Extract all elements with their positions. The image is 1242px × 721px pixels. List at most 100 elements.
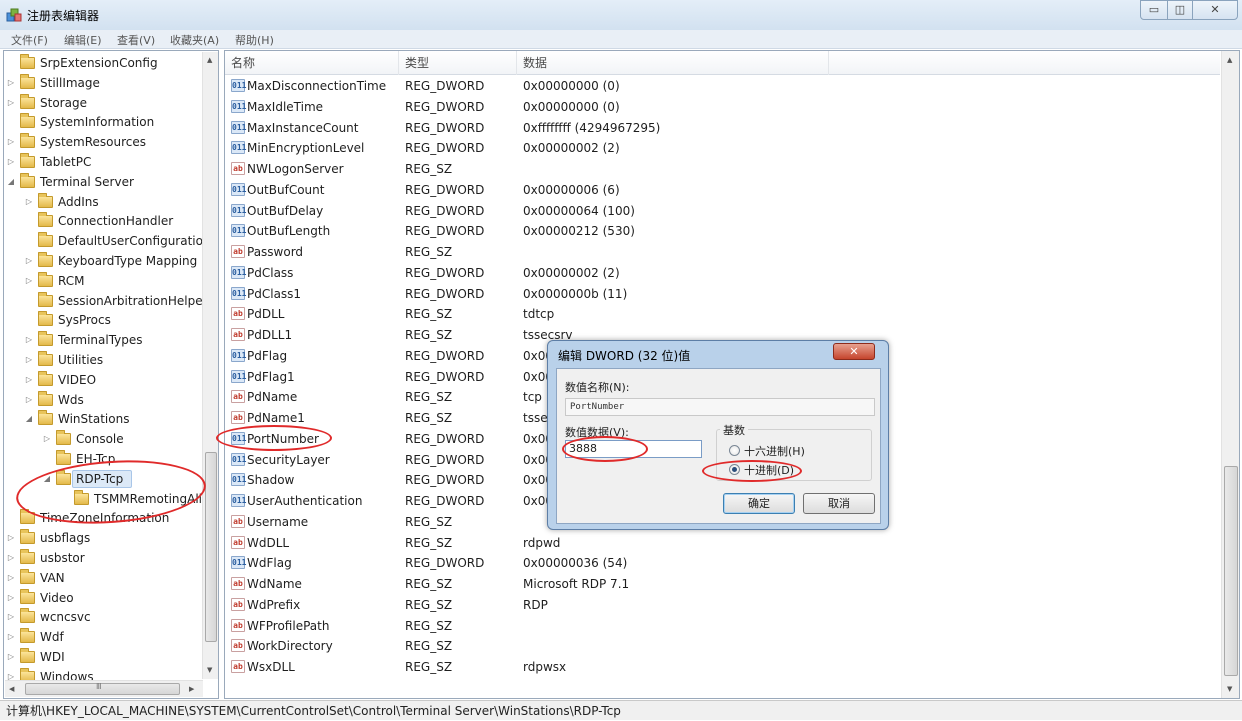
dialog-close-button[interactable]: ✕ xyxy=(833,343,875,360)
expanded-arrow-icon[interactable]: ◢ xyxy=(6,172,16,192)
tree-scroll-thumb[interactable] xyxy=(205,452,217,642)
menu-favorites[interactable]: 收藏夹(A) xyxy=(170,32,219,48)
collapsed-arrow-icon[interactable]: ▷ xyxy=(24,251,34,271)
tree-node[interactable]: ▷ Video xyxy=(4,588,199,608)
tree-horizontal-scrollbar[interactable]: ◀ Ⅲ ▶ xyxy=(5,680,203,697)
collapsed-arrow-icon[interactable]: ▷ xyxy=(24,350,34,370)
tree-node[interactable]: ▷ Storage xyxy=(4,93,199,113)
tree-node[interactable]: TSMMRemotingAll xyxy=(4,489,202,509)
tree-node[interactable]: ▷ usbflags xyxy=(4,528,199,548)
scroll-down-arrow-icon[interactable]: ▼ xyxy=(207,666,212,674)
value-row[interactable]: 011 PdClass1 REG_DWORD 0x0000000b (11) xyxy=(225,284,1220,305)
collapsed-arrow-icon[interactable]: ▷ xyxy=(6,588,16,608)
collapsed-arrow-icon[interactable]: ▷ xyxy=(6,132,16,152)
cancel-button[interactable]: 取消 xyxy=(803,493,875,514)
column-header-data[interactable]: 数据 xyxy=(517,51,829,75)
tree-node[interactable]: ▷ VAN xyxy=(4,568,199,588)
tree-node[interactable]: ◢ RDP-Tcp xyxy=(4,469,199,489)
value-row[interactable]: ab WdPrefix REG_SZ RDP xyxy=(225,595,1220,616)
tree-node[interactable]: ▷ Wds xyxy=(4,390,199,410)
tree-node[interactable]: SysProcs xyxy=(4,310,199,330)
tree-node[interactable]: ▷ usbstor xyxy=(4,548,199,568)
tree-node[interactable]: SystemInformation xyxy=(4,112,199,132)
collapsed-arrow-icon[interactable]: ▷ xyxy=(6,647,16,667)
expanded-arrow-icon[interactable]: ◢ xyxy=(42,469,52,489)
collapsed-arrow-icon[interactable]: ▷ xyxy=(24,390,34,410)
tree-node[interactable]: ▷ Wdf xyxy=(4,627,199,647)
collapsed-arrow-icon[interactable]: ▷ xyxy=(6,607,16,627)
minimize-button[interactable]: ▭ xyxy=(1140,0,1168,20)
collapsed-arrow-icon[interactable]: ▷ xyxy=(6,568,16,588)
scroll-up-arrow-icon[interactable]: ▲ xyxy=(207,56,212,64)
tree-node[interactable]: SrpExtensionConfig xyxy=(4,53,199,73)
value-row[interactable]: ab PdDLL REG_SZ tdtcp xyxy=(225,304,1220,325)
menu-help[interactable]: 帮助(H) xyxy=(235,32,274,48)
tree-node[interactable]: TimeZoneInformation xyxy=(4,508,199,528)
menu-edit[interactable]: 编辑(E) xyxy=(64,32,102,48)
tree-node[interactable]: ▷ SystemResources xyxy=(4,132,199,152)
close-button[interactable]: ✕ xyxy=(1192,0,1238,20)
tree-node[interactable]: ▷ KeyboardType Mapping xyxy=(4,251,199,271)
value-row[interactable]: 011 MaxInstanceCount REG_DWORD 0xffffffff (… xyxy=(225,118,1220,139)
value-row[interactable]: 011 PdClass REG_DWORD 0x00000002 (2) xyxy=(225,263,1220,284)
value-row[interactable]: 011 OutBufDelay REG_DWORD 0x00000064 (100) xyxy=(225,201,1220,222)
radio-decimal[interactable] xyxy=(729,464,740,475)
scroll-down-arrow-icon[interactable]: ▼ xyxy=(1227,685,1232,693)
collapsed-arrow-icon[interactable]: ▷ xyxy=(6,93,16,113)
scroll-right-arrow-icon[interactable]: ▶ xyxy=(189,685,194,693)
tree-hscroll-thumb[interactable]: Ⅲ xyxy=(25,682,180,695)
tree-node[interactable]: ▷ AddIns xyxy=(4,192,199,212)
menu-file[interactable]: 文件(F) xyxy=(11,32,48,48)
value-row[interactable]: ab WsxDLL REG_SZ rdpwsx xyxy=(225,657,1220,678)
tree-node[interactable]: ▷ TabletPC xyxy=(4,152,199,172)
collapsed-arrow-icon[interactable]: ▷ xyxy=(24,370,34,390)
tree-node[interactable]: ▷ VIDEO xyxy=(4,370,199,390)
value-row[interactable]: ab WdName REG_SZ Microsoft RDP 7.1 xyxy=(225,574,1220,595)
tree-node[interactable]: DefaultUserConfiguratior xyxy=(4,231,208,251)
tree-node[interactable]: ▷ Console xyxy=(4,429,199,449)
collapsed-arrow-icon[interactable]: ▷ xyxy=(6,627,16,647)
list-scroll-thumb[interactable] xyxy=(1224,466,1238,676)
restore-button[interactable]: ◫ xyxy=(1167,0,1193,20)
collapsed-arrow-icon[interactable]: ▷ xyxy=(6,548,16,568)
collapsed-arrow-icon[interactable]: ▷ xyxy=(6,152,16,172)
key-tree-pane[interactable]: SrpExtensionConfig ▷ StillImage ▷ Storage Sys… xyxy=(3,50,219,699)
collapsed-arrow-icon[interactable]: ▷ xyxy=(24,192,34,212)
tree-node[interactable]: ▷ StillImage xyxy=(4,73,199,93)
value-row[interactable]: 011 MinEncryptionLevel REG_DWORD 0x00000002… xyxy=(225,138,1220,159)
collapsed-arrow-icon[interactable]: ▷ xyxy=(6,73,16,93)
tree-node[interactable]: ◢ Terminal Server xyxy=(4,172,199,192)
collapsed-arrow-icon[interactable]: ▷ xyxy=(6,528,16,548)
tree-node[interactable]: ConnectionHandler xyxy=(4,211,199,231)
tree-node[interactable]: ▷ wcncsvc xyxy=(4,607,199,627)
radio-decimal-label[interactable]: 十进制(D) xyxy=(744,462,794,478)
scroll-left-arrow-icon[interactable]: ◀ xyxy=(9,685,14,693)
radio-hexadecimal-label[interactable]: 十六进制(H) xyxy=(744,443,805,459)
value-row[interactable]: ab WFProfilePath REG_SZ xyxy=(225,616,1220,637)
tree-node[interactable]: EH-Tcp xyxy=(4,449,199,469)
expanded-arrow-icon[interactable]: ◢ xyxy=(24,409,34,429)
value-row[interactable]: 011 OutBufCount REG_DWORD 0x00000006 (6) xyxy=(225,180,1220,201)
value-row[interactable]: ab WdDLL REG_SZ rdpwd xyxy=(225,533,1220,554)
value-row[interactable]: ab WorkDirectory REG_SZ xyxy=(225,636,1220,657)
tree-vertical-scrollbar[interactable]: ▲ ▼ xyxy=(202,52,218,679)
tree-node[interactable]: SessionArbitrationHelper xyxy=(4,291,208,311)
tree-node[interactable]: ▷ RCM xyxy=(4,271,199,291)
value-row[interactable]: 011 MaxIdleTime REG_DWORD 0x00000000 (0) xyxy=(225,97,1220,118)
value-row[interactable]: ab NWLogonServer REG_SZ xyxy=(225,159,1220,180)
column-header-type[interactable]: 类型 xyxy=(399,51,517,75)
menu-view[interactable]: 查看(V) xyxy=(117,32,155,48)
column-header-name[interactable]: 名称 xyxy=(225,51,399,75)
collapsed-arrow-icon[interactable]: ▷ xyxy=(24,271,34,291)
value-row[interactable]: ab Password REG_SZ xyxy=(225,242,1220,263)
value-data-input[interactable]: 3888 xyxy=(565,440,702,458)
scroll-up-arrow-icon[interactable]: ▲ xyxy=(1227,56,1232,64)
list-vertical-scrollbar[interactable]: ▲ ▼ xyxy=(1221,51,1239,698)
tree-node[interactable]: ◢ WinStations xyxy=(4,409,199,429)
collapsed-arrow-icon[interactable]: ▷ xyxy=(42,429,52,449)
collapsed-arrow-icon[interactable]: ▷ xyxy=(24,330,34,350)
value-row[interactable]: 011 OutBufLength REG_DWORD 0x00000212 (530) xyxy=(225,221,1220,242)
value-row[interactable]: 011 WdFlag REG_DWORD 0x00000036 (54) xyxy=(225,553,1220,574)
tree-node[interactable]: ▷ WDI xyxy=(4,647,199,667)
value-row[interactable]: 011 MaxDisconnectionTime REG_DWORD 0x000000… xyxy=(225,76,1220,97)
